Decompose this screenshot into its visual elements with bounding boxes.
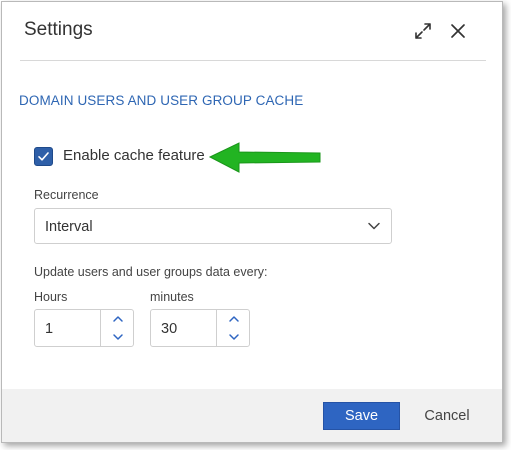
hours-increment-button[interactable]	[101, 310, 134, 328]
hours-decrement-button[interactable]	[101, 328, 134, 346]
annotation-arrow-icon	[208, 142, 321, 173]
expand-button[interactable]	[410, 18, 436, 44]
enable-cache-label[interactable]: Enable cache feature	[63, 147, 205, 164]
section-title: DOMAIN USERS AND USER GROUP CACHE	[19, 93, 304, 108]
hours-label: Hours	[34, 290, 68, 304]
chevron-up-icon	[112, 316, 123, 322]
save-button[interactable]: Save	[323, 402, 400, 430]
dialog-footer: Save Cancel	[2, 389, 502, 442]
recurrence-label: Recurrence	[34, 188, 99, 202]
minutes-decrement-button[interactable]	[217, 328, 250, 346]
settings-dialog: Settings DOMAIN USERS AND USER GROUP CAC…	[1, 1, 503, 443]
expand-icon	[415, 23, 431, 39]
header-divider	[20, 60, 486, 61]
chevron-up-icon	[228, 316, 239, 322]
checkmark-icon	[38, 152, 49, 161]
recurrence-value: Interval	[45, 219, 93, 235]
minutes-value[interactable]: 30	[161, 321, 177, 337]
hours-stepper[interactable]: 1	[34, 309, 134, 347]
update-label: Update users and user groups data every:	[34, 265, 268, 279]
chevron-down-icon	[112, 334, 123, 340]
close-button[interactable]	[445, 18, 471, 44]
chevron-down-icon	[368, 222, 380, 230]
recurrence-select[interactable]: Interval	[34, 208, 392, 244]
dialog-title: Settings	[24, 19, 93, 40]
close-icon	[451, 24, 465, 38]
cancel-button[interactable]: Cancel	[422, 402, 472, 430]
chevron-down-icon	[228, 334, 239, 340]
minutes-stepper-controls	[216, 310, 250, 346]
dialog-header: Settings	[2, 2, 502, 60]
enable-cache-checkbox[interactable]	[34, 147, 53, 166]
minutes-increment-button[interactable]	[217, 310, 250, 328]
hours-value[interactable]: 1	[45, 321, 53, 337]
minutes-stepper[interactable]: 30	[150, 309, 250, 347]
hours-stepper-controls	[100, 310, 134, 346]
minutes-label: minutes	[150, 290, 194, 304]
